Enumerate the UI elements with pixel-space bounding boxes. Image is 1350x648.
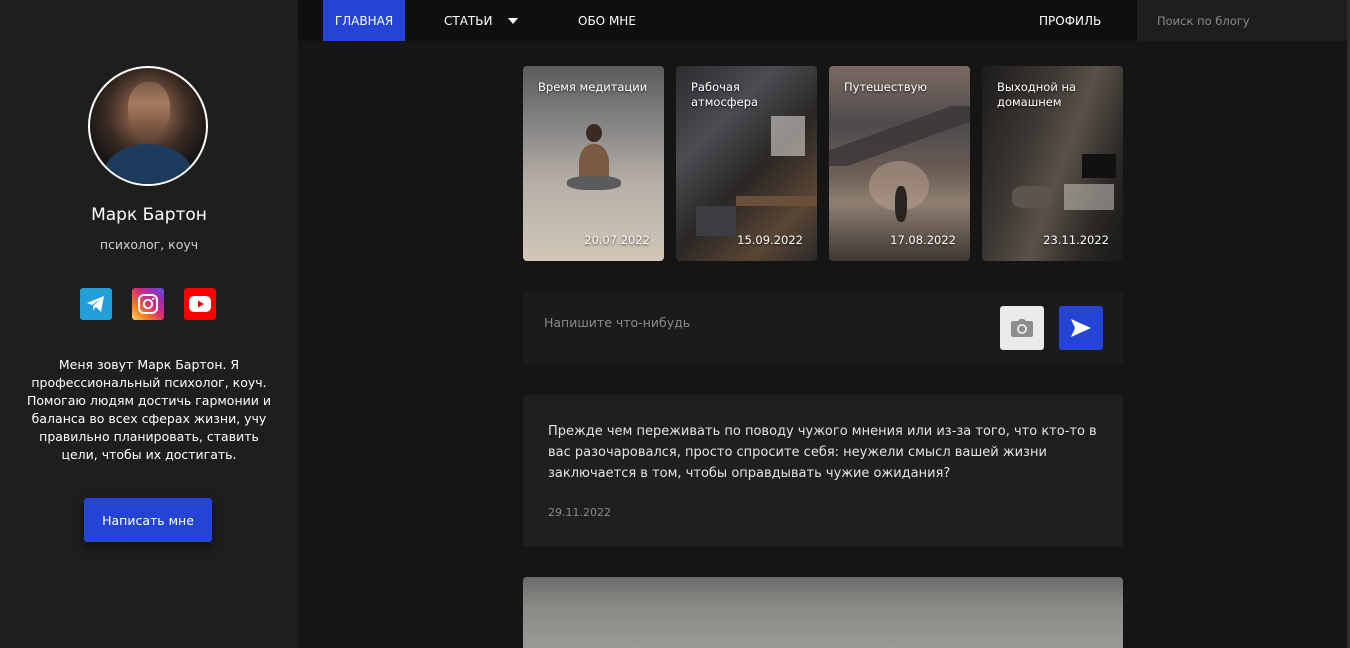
write-me-button[interactable]: Написать мне <box>84 498 212 542</box>
nav-profile[interactable]: ПРОФИЛЬ <box>1039 0 1101 41</box>
telegram-icon <box>87 296 104 312</box>
instagram-icon <box>138 294 158 314</box>
post-card: Прежде чем переживать по поводу чужого м… <box>523 395 1123 547</box>
story-title: Путешествую <box>844 80 928 94</box>
profile-bio: Меня зовут Марк Бартон. Я профессиональн… <box>27 357 271 462</box>
profile-name: Марк Бартон <box>91 205 207 225</box>
chevron-down-icon[interactable] <box>508 17 519 24</box>
post-input[interactable] <box>523 291 993 353</box>
story-card[interactable]: Путешествую 17.08.2022 <box>829 66 970 261</box>
camera-icon <box>1011 319 1033 337</box>
story-date: 15.09.2022 <box>737 233 803 247</box>
social-links <box>80 288 216 320</box>
youtube-link[interactable] <box>184 288 216 320</box>
nav-about[interactable]: ОБО МНЕ <box>578 0 636 41</box>
top-nav: ГЛАВНАЯ СТАТЬИ ОБО МНЕ ПРОФИЛЬ <box>298 0 1350 41</box>
post-text: Прежде чем переживать по поводу чужого м… <box>548 424 1097 481</box>
story-date: 23.11.2022 <box>1043 233 1109 247</box>
post-composer <box>523 291 1123 365</box>
nav-articles[interactable]: СТАТЬИ <box>444 0 519 41</box>
send-icon <box>1071 319 1091 337</box>
attach-photo-button[interactable] <box>1000 306 1044 350</box>
story-card[interactable]: Выходной на домашнем 23.11.2022 <box>982 66 1123 261</box>
story-title: Время медитации <box>538 80 648 94</box>
instagram-link[interactable] <box>132 288 164 320</box>
nav-home[interactable]: ГЛАВНАЯ <box>323 0 405 41</box>
send-button[interactable] <box>1059 306 1103 350</box>
post-date: 29.11.2022 <box>548 506 611 519</box>
story-card[interactable]: Время медитации 20.07.2022 <box>523 66 664 261</box>
story-title: Рабочая атмосфера <box>691 80 759 109</box>
telegram-link[interactable] <box>80 288 112 320</box>
nav-articles-label: СТАТЬИ <box>444 13 493 28</box>
story-date: 17.08.2022 <box>890 233 956 247</box>
avatar <box>88 66 208 186</box>
post-image <box>523 577 1123 648</box>
profile-role: психолог, коуч <box>99 237 199 252</box>
search-input[interactable] <box>1137 0 1348 41</box>
story-card[interactable]: Рабочая атмосфера 15.09.2022 <box>676 66 817 261</box>
sidebar: Марк Бартон психолог, коуч Меня зовут Ма… <box>0 0 298 648</box>
story-date: 20.07.2022 <box>584 233 650 247</box>
story-title: Выходной на домашнем <box>997 80 1077 109</box>
youtube-icon <box>189 296 211 312</box>
